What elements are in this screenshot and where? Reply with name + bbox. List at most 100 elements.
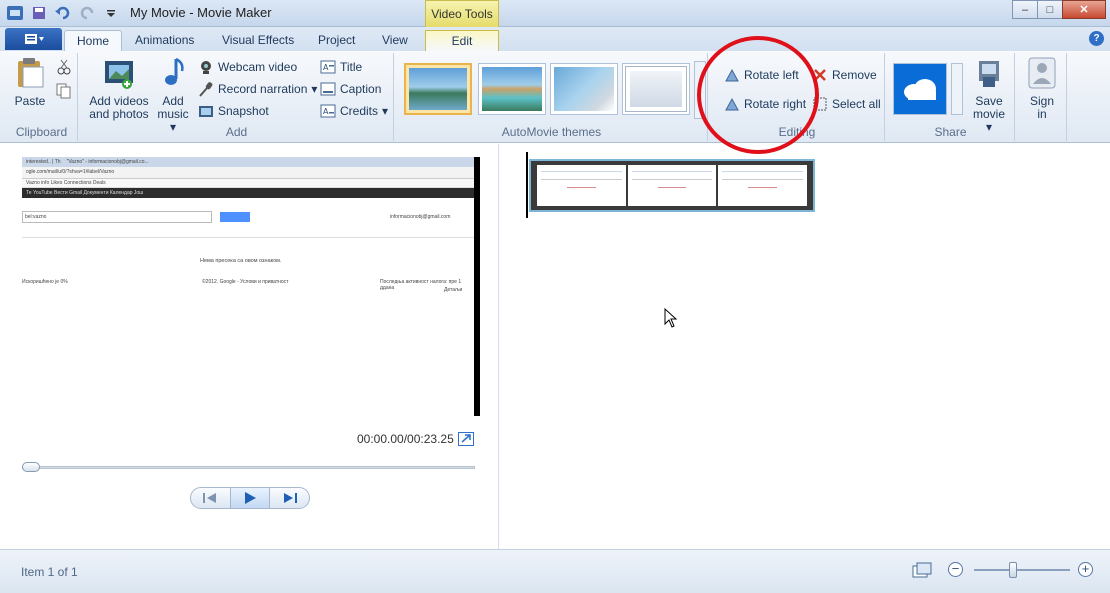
- clip-frame: [537, 165, 626, 206]
- add-videos-button[interactable]: Add videos and photos: [86, 57, 152, 121]
- select-all-button[interactable]: Select all: [812, 94, 881, 114]
- seek-bar[interactable]: [22, 466, 475, 469]
- add-music-button[interactable]: Add music ▾: [154, 57, 192, 134]
- save-movie-button[interactable]: Save movie ▾: [969, 57, 1009, 134]
- theme-default[interactable]: [404, 63, 472, 115]
- browser-tabs: interested.. | Th "Vazno" - informaciono…: [22, 157, 474, 167]
- title-bar: My Movie - Movie Maker – □ ✕: [0, 0, 1110, 27]
- record-narration-label: Record narration: [218, 82, 308, 96]
- share-group-label: Share: [934, 125, 967, 139]
- tab-project[interactable]: Project: [306, 30, 367, 51]
- dropdown-arrow-icon: ▾: [311, 82, 318, 96]
- svg-text:A: A: [323, 107, 329, 116]
- clip-frame: [627, 165, 717, 206]
- webcam-video-button[interactable]: Webcam video: [198, 57, 297, 77]
- title-label: Title: [340, 60, 363, 74]
- play-button[interactable]: [229, 488, 271, 508]
- video-clip[interactable]: [529, 159, 815, 212]
- ribbon-tabs: Home Animations Visual Effects Project V…: [0, 27, 1110, 51]
- signin-group: Sign in: [1017, 53, 1067, 141]
- zoom-slider-track[interactable]: [974, 569, 1070, 571]
- credits-button[interactable]: A Credits ▾: [320, 101, 388, 121]
- close-button[interactable]: ✕: [1062, 0, 1106, 19]
- customize-toolbar-icon[interactable]: [102, 4, 120, 22]
- paste-label: Paste: [14, 94, 46, 108]
- automovie-themes-group: AutoMovie themes: [396, 53, 708, 141]
- gmail-account: informacionobj@gmail.com: [390, 214, 451, 220]
- scissors-icon: [57, 59, 71, 75]
- caption-icon: [320, 82, 336, 96]
- caption-button[interactable]: Caption: [320, 79, 381, 99]
- title-button[interactable]: A Title: [320, 57, 362, 77]
- gmail-search-button: [220, 212, 250, 222]
- timecode: 00:00.00/00:23.25: [357, 432, 454, 446]
- gmail-empty-message: Нема пресека са овом ознаком.: [200, 258, 282, 264]
- tab-view[interactable]: View: [370, 30, 420, 51]
- remove-button[interactable]: Remove: [812, 65, 877, 85]
- video-preview[interactable]: interested.. | Th "Vazno" - informaciono…: [22, 157, 480, 416]
- snapshot-label: Snapshot: [218, 104, 269, 118]
- google-bar: Те YouTube Вести Gmail Документи Календа…: [22, 188, 474, 198]
- storyboard-pane: [500, 144, 1110, 549]
- browser-tab-1: interested.. | Th: [26, 159, 61, 165]
- redo-icon[interactable]: [78, 4, 96, 22]
- zoom-out-button[interactable]: −: [948, 562, 963, 577]
- copy-button[interactable]: [56, 81, 72, 101]
- zoom-in-button[interactable]: +: [1078, 562, 1093, 577]
- ribbon: Paste Clipboard Add videos and photos Ad…: [0, 51, 1110, 143]
- tab-home[interactable]: Home: [64, 30, 123, 51]
- onedrive-share-button[interactable]: [893, 63, 947, 115]
- sign-in-label-2: in: [1037, 107, 1047, 121]
- paste-icon: [18, 58, 44, 88]
- file-menu-icon: [24, 34, 44, 44]
- quick-access-toolbar: [6, 4, 120, 22]
- next-frame-icon: [283, 493, 297, 503]
- add-videos-label-2: and photos: [89, 107, 149, 121]
- browser-address: ogle.com/mail/u/0/?shva=1#label/Vazno: [22, 167, 474, 179]
- zoom-slider-thumb[interactable]: [1009, 562, 1017, 578]
- automovie-themes-label: AutoMovie themes: [501, 125, 602, 139]
- storyboard-view-icon[interactable]: [912, 562, 932, 579]
- app-menu-icon[interactable]: [6, 4, 24, 22]
- tab-edit[interactable]: Edit: [425, 30, 499, 51]
- status-bar: Item 1 of 1 − +: [0, 549, 1110, 593]
- gmail-footer-details: Детаљи: [444, 287, 463, 293]
- file-menu-button[interactable]: [5, 28, 62, 50]
- tab-visual-effects[interactable]: Visual Effects: [210, 30, 306, 51]
- add-group: Add videos and photos Add music ▾ Webcam…: [80, 53, 394, 141]
- gmail-search-box: bel:vazno: [22, 211, 212, 223]
- theme-contemporary[interactable]: [478, 63, 546, 115]
- window-title: My Movie - Movie Maker: [130, 5, 272, 20]
- fullscreen-icon[interactable]: [458, 432, 474, 446]
- preview-pane: interested.. | Th "Vazno" - informaciono…: [0, 144, 499, 549]
- svg-text:A: A: [323, 63, 329, 72]
- clipboard-group: Paste Clipboard: [6, 53, 78, 141]
- snapshot-button[interactable]: Snapshot: [198, 101, 269, 121]
- cut-button[interactable]: [56, 57, 72, 77]
- remove-label: Remove: [832, 68, 877, 82]
- caption-label: Caption: [340, 82, 382, 96]
- credits-icon: A: [320, 104, 336, 118]
- help-button[interactable]: ?: [1089, 31, 1104, 46]
- copy-icon: [56, 83, 71, 99]
- seek-thumb[interactable]: [22, 462, 40, 472]
- gmail-footer-left: Искоришћено је 0%: [22, 279, 68, 285]
- annotation-circle: [697, 36, 819, 154]
- previous-frame-button[interactable]: [191, 488, 230, 508]
- minimize-button[interactable]: –: [1012, 0, 1038, 19]
- sign-in-button[interactable]: Sign in: [1023, 57, 1061, 121]
- playhead[interactable]: [526, 152, 528, 218]
- save-icon[interactable]: [30, 4, 48, 22]
- maximize-button[interactable]: □: [1037, 0, 1063, 19]
- share-gallery-scroll[interactable]: [951, 63, 963, 115]
- theme-fade[interactable]: [622, 63, 690, 115]
- undo-icon[interactable]: [54, 4, 72, 22]
- tab-animations[interactable]: Animations: [123, 30, 206, 51]
- record-narration-button[interactable]: Record narration ▾: [198, 79, 317, 99]
- save-movie-icon: [979, 61, 999, 87]
- user-icon: [1028, 57, 1056, 89]
- select-all-label: Select all: [832, 97, 881, 111]
- next-frame-button[interactable]: [270, 488, 309, 508]
- paste-button[interactable]: Paste: [12, 57, 48, 108]
- theme-cinematic[interactable]: [550, 63, 618, 115]
